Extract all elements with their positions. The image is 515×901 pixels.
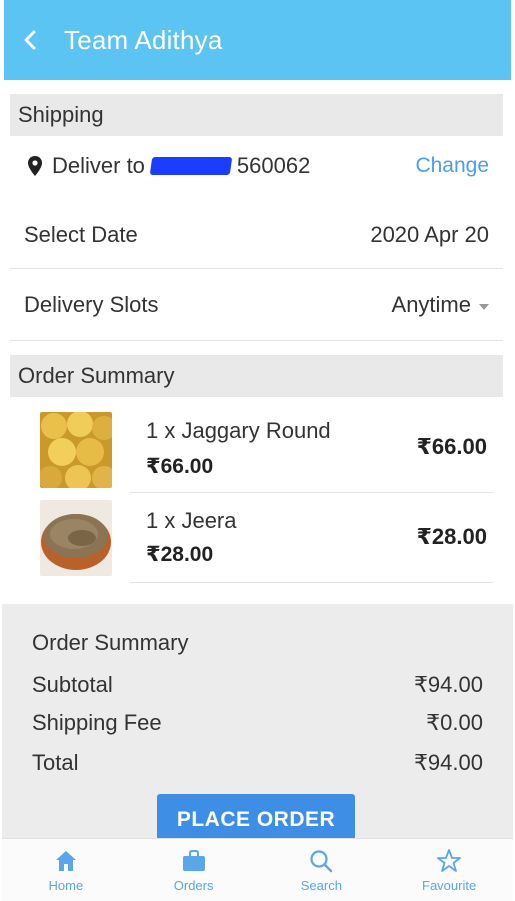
page-title: Team Adithya bbox=[64, 24, 223, 55]
subtotal-value: ₹94.00 bbox=[413, 672, 483, 697]
order-item: 1 x Jaggary Round ₹66.00 ₹66.00 bbox=[10, 404, 503, 492]
change-address-link[interactable]: Change bbox=[415, 154, 489, 178]
item-total: ₹66.00 bbox=[416, 434, 487, 459]
caret-down-icon bbox=[479, 304, 489, 310]
location-pin-icon bbox=[28, 156, 42, 176]
total-label: Total bbox=[32, 750, 79, 775]
totals-title: Order Summary bbox=[32, 630, 189, 655]
nav-favourite[interactable]: Favourite bbox=[385, 839, 513, 901]
briefcase-icon bbox=[182, 849, 205, 871]
bottom-nav: Home Orders Search Favourite bbox=[2, 838, 513, 901]
select-date-value[interactable]: 2020 Apr 20 bbox=[370, 222, 489, 248]
select-date-label: Select Date bbox=[24, 222, 138, 247]
chevron-left-icon bbox=[24, 30, 36, 50]
nav-label-orders: Orders bbox=[173, 877, 214, 893]
divider bbox=[10, 340, 503, 341]
divider bbox=[10, 268, 503, 269]
shipping-fee-row: Shipping Fee ₹0.00 bbox=[32, 710, 483, 736]
nav-label-home: Home bbox=[48, 877, 84, 893]
home-icon bbox=[55, 850, 76, 871]
pincode: 560062 bbox=[236, 153, 311, 178]
redacted-address bbox=[149, 157, 233, 175]
total-row: Total ₹94.00 bbox=[32, 750, 483, 776]
divider bbox=[130, 582, 493, 583]
order-item: 1 x Jeera ₹28.00 ₹28.00 bbox=[10, 494, 503, 582]
nav-label-search: Search bbox=[300, 877, 342, 893]
nav-home[interactable]: Home bbox=[2, 839, 130, 901]
star-icon bbox=[437, 848, 462, 872]
jaggery-product-image bbox=[40, 412, 112, 488]
delivery-slots-value: Anytime bbox=[391, 292, 471, 317]
search-icon bbox=[310, 849, 333, 872]
subtotal-label: Subtotal bbox=[32, 672, 113, 697]
item-price: ₹28.00 bbox=[146, 543, 214, 566]
shipping-section-header: Shipping bbox=[10, 94, 503, 136]
delivery-slots-select[interactable]: Anytime bbox=[392, 292, 489, 318]
nav-search[interactable]: Search bbox=[258, 839, 386, 901]
delivery-slots-label: Delivery Slots bbox=[24, 292, 159, 317]
nav-orders[interactable]: Orders bbox=[130, 839, 258, 901]
item-price: ₹66.00 bbox=[146, 455, 214, 478]
shipping-fee-label: Shipping Fee bbox=[32, 710, 162, 735]
item-name: 1 x Jaggary Round bbox=[146, 418, 331, 443]
delivery-slots-row[interactable]: Delivery Slots Anytime bbox=[10, 274, 503, 336]
item-name: 1 x Jeera bbox=[146, 508, 237, 533]
app-header: Team Adithya bbox=[4, 0, 511, 80]
subtotal-row: Subtotal ₹94.00 bbox=[32, 672, 483, 698]
shipping-fee-value: ₹0.00 bbox=[426, 710, 483, 735]
deliver-to-row: Deliver to 560062 Change bbox=[10, 140, 503, 192]
select-date-row[interactable]: Select Date 2020 Apr 20 bbox=[10, 204, 503, 266]
deliver-to-label: Deliver to bbox=[52, 153, 145, 178]
total-value: ₹94.00 bbox=[413, 750, 483, 775]
item-total: ₹28.00 bbox=[416, 524, 487, 549]
back-button[interactable] bbox=[10, 0, 50, 80]
order-summary-section-header: Order Summary bbox=[10, 355, 503, 397]
nav-label-favourite: Favourite bbox=[422, 877, 477, 893]
divider bbox=[130, 492, 493, 493]
jeera-product-image bbox=[40, 500, 112, 576]
